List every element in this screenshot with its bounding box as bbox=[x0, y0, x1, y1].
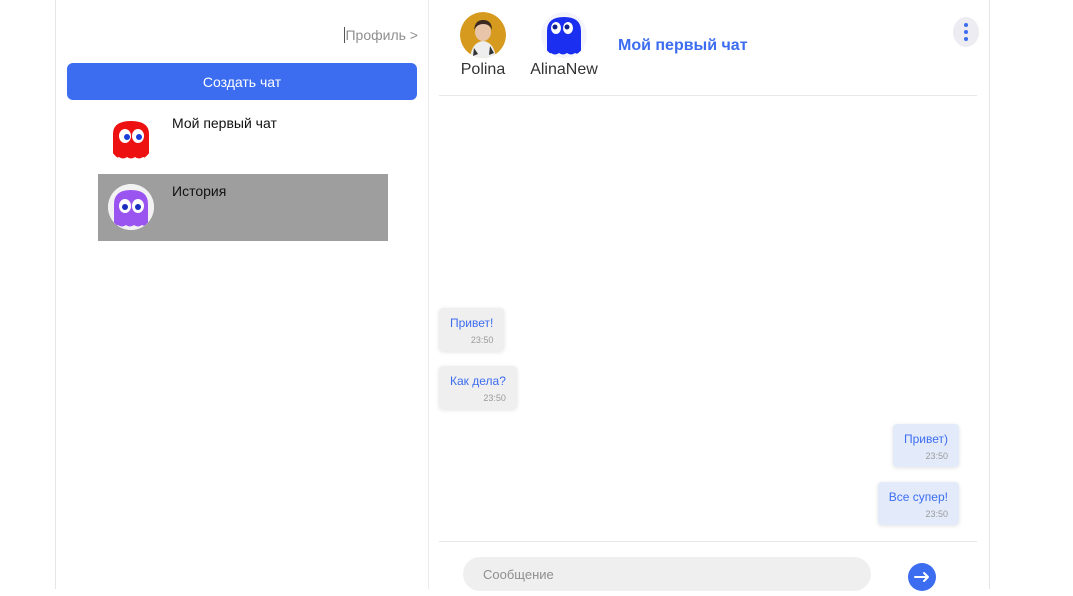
chat-list-item[interactable]: Мой первый чат bbox=[98, 106, 388, 173]
chat-panel: Polina AlinaNew Мой первый чат Привет! 2… bbox=[429, 0, 989, 591]
message-time: 23:50 bbox=[925, 451, 948, 461]
create-chat-button[interactable]: Создать чат bbox=[67, 63, 417, 100]
message-input[interactable] bbox=[463, 557, 871, 591]
message-text: Привет) bbox=[903, 432, 948, 446]
chat-header: Polina AlinaNew Мой первый чат bbox=[439, 0, 979, 96]
message-text: Привет! bbox=[450, 316, 494, 330]
chat-title: Мой первый чат bbox=[618, 37, 748, 54]
message-time: 23:50 bbox=[483, 393, 506, 403]
profile-link[interactable]: Профиль > bbox=[344, 27, 418, 43]
member-name: Polina bbox=[460, 61, 506, 78]
arrow-right-icon bbox=[914, 572, 929, 582]
user-photo-avatar bbox=[460, 12, 506, 58]
chat-name: История bbox=[172, 183, 227, 199]
red-ghost-icon bbox=[108, 116, 154, 162]
member-name: AlinaNew bbox=[530, 61, 598, 78]
chat-app: Профиль > Создать чат Мой первый чат Ист… bbox=[55, 0, 990, 591]
message-outgoing: Привет) 23:50 bbox=[892, 424, 959, 467]
message-composer bbox=[439, 541, 977, 591]
message-text: Как дела? bbox=[450, 374, 506, 388]
vertical-dots-icon[interactable] bbox=[953, 17, 979, 47]
purple-ghost-icon bbox=[108, 184, 154, 230]
message-incoming: Привет! 23:50 bbox=[439, 308, 505, 351]
member-polina[interactable]: Polina bbox=[456, 12, 510, 79]
profile-link-label: Профиль > bbox=[345, 27, 418, 43]
message-incoming: Как дела? 23:50 bbox=[439, 366, 517, 409]
send-button[interactable] bbox=[908, 563, 936, 591]
message-text: Все супер! bbox=[888, 490, 948, 504]
message-outgoing: Все супер! 23:50 bbox=[877, 482, 959, 525]
chat-list-item-active[interactable]: История bbox=[98, 174, 388, 241]
blue-ghost-icon bbox=[541, 12, 587, 58]
message-time: 23:50 bbox=[470, 335, 494, 345]
message-time: 23:50 bbox=[925, 509, 948, 519]
member-alinanew[interactable]: AlinaNew bbox=[527, 12, 601, 79]
sidebar: Профиль > Создать чат Мой первый чат Ист… bbox=[56, 0, 429, 589]
chat-name: Мой первый чат bbox=[172, 115, 277, 131]
